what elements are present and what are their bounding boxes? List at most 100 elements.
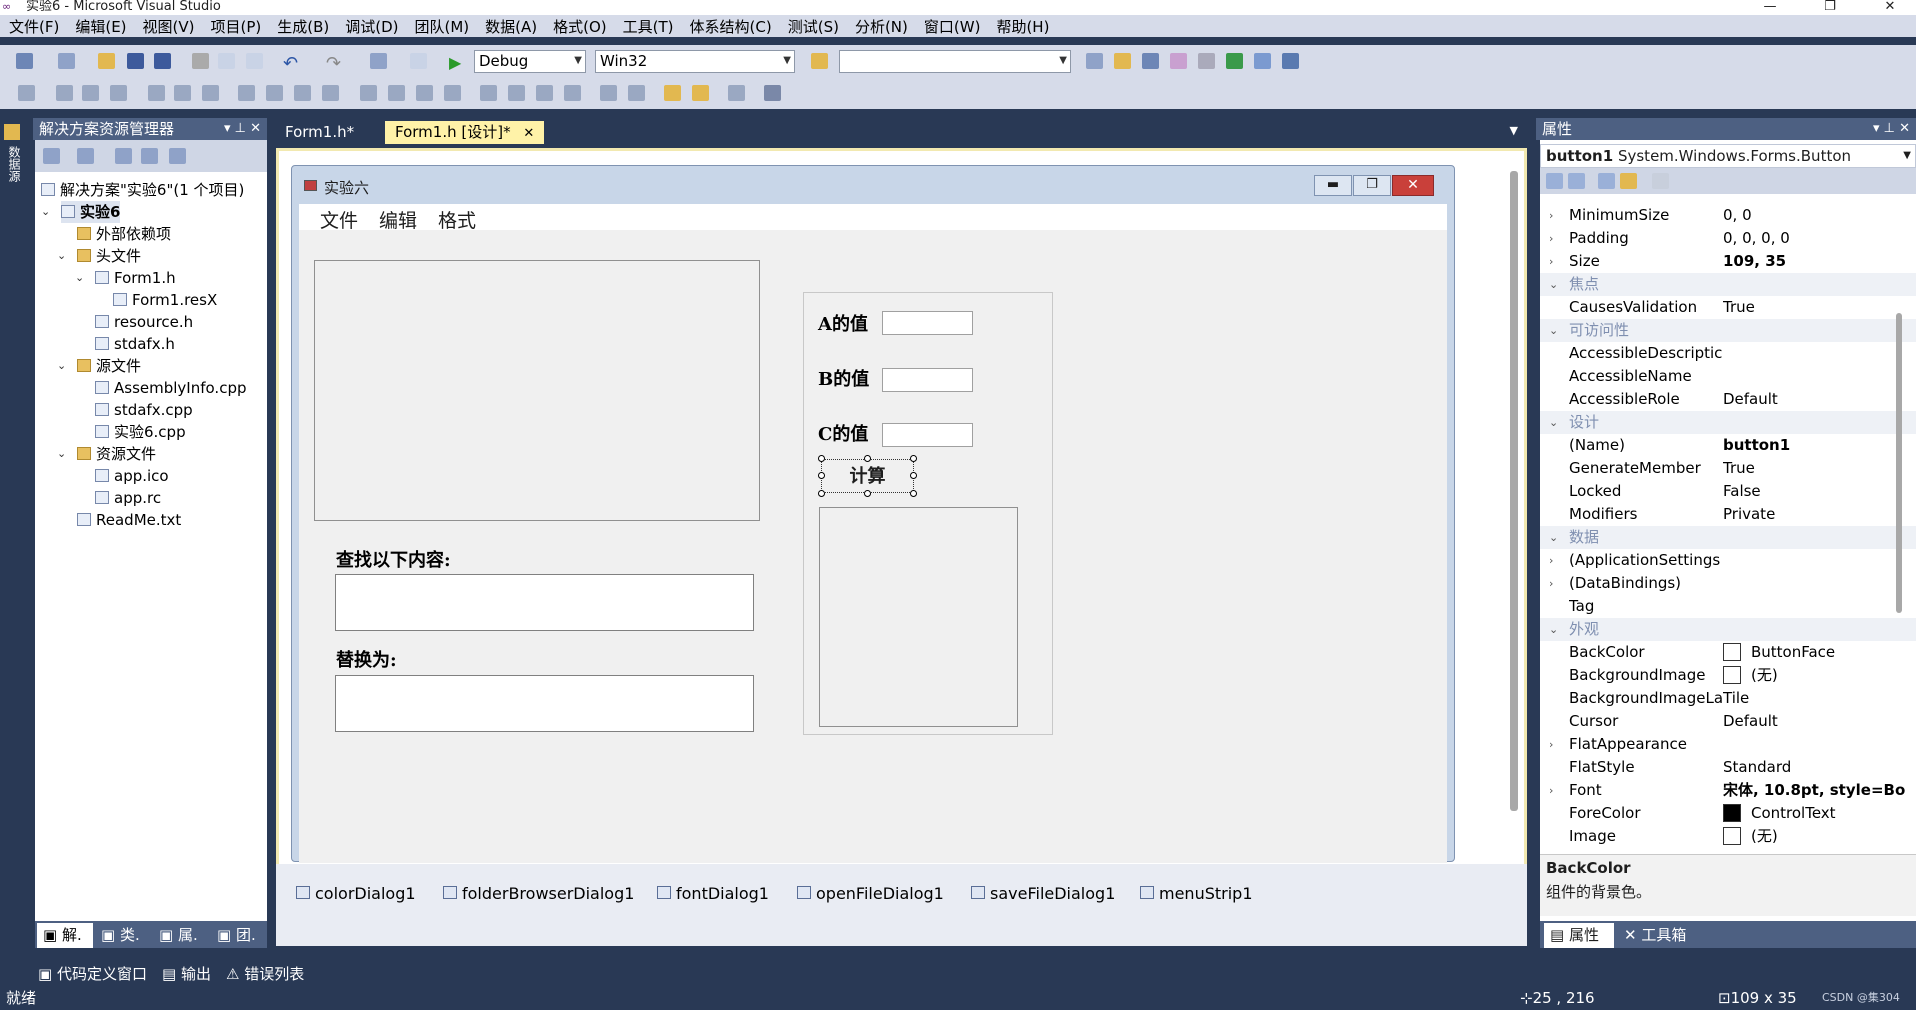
expander-icon[interactable]: ⌄ <box>57 359 66 372</box>
paste-icon[interactable] <box>246 53 263 69</box>
categorized-icon[interactable] <box>1546 173 1563 189</box>
property-value[interactable]: Default <box>1723 710 1906 733</box>
tray-component[interactable]: fontDialog1 <box>657 884 769 903</box>
expander-icon[interactable]: ⌄ <box>75 271 84 284</box>
tab-form1-h[interactable]: Form1.h* <box>275 121 364 144</box>
menu-item[interactable]: 窗口(W) <box>915 15 988 35</box>
tree-item[interactable]: stdafx.h <box>95 333 175 355</box>
expand-icon[interactable]: › <box>1549 549 1553 572</box>
increase-horizontal-spacing-icon[interactable] <box>388 85 405 101</box>
input-b[interactable] <box>882 368 973 392</box>
center-horizontally-icon[interactable] <box>600 85 617 101</box>
replace-textbox[interactable] <box>335 675 754 732</box>
tray-component[interactable]: openFileDialog1 <box>797 884 944 903</box>
menu-item[interactable]: 帮助(H) <box>987 15 1056 35</box>
property-row[interactable]: (Name) button1 <box>1540 434 1916 457</box>
object-browser-icon[interactable] <box>1142 53 1159 69</box>
expander-icon[interactable]: ⌄ <box>41 205 50 218</box>
tree-item[interactable]: AssemblyInfo.cpp <box>95 377 246 399</box>
panel-buttons[interactable]: ▾ ⊥ ✕ <box>224 118 261 140</box>
property-row[interactable]: GenerateMember True <box>1540 457 1916 480</box>
remove-vertical-spacing-icon[interactable] <box>564 85 581 101</box>
property-row[interactable]: › FlatAppearance <box>1540 733 1916 756</box>
property-scrollbar[interactable] <box>1896 313 1902 613</box>
menu-item[interactable]: 项目(P) <box>202 15 269 35</box>
save-all-icon[interactable] <box>154 53 171 69</box>
copy-icon[interactable] <box>218 53 235 69</box>
tray-component[interactable]: colorDialog1 <box>296 884 416 903</box>
resize-handle[interactable] <box>864 490 871 497</box>
toolbox-icon[interactable] <box>1170 53 1187 69</box>
alphabetical-icon[interactable] <box>1568 173 1585 189</box>
main-textbox[interactable] <box>314 260 760 521</box>
form-menu-format[interactable]: 格式 <box>438 206 476 233</box>
show-all-files-icon[interactable] <box>43 148 60 164</box>
undo-icon[interactable]: ↶ <box>283 53 300 74</box>
add-item-icon[interactable] <box>58 53 75 69</box>
tree-item[interactable]: ReadMe.txt <box>77 509 181 531</box>
minimize-button[interactable]: — <box>1750 0 1790 15</box>
form-close-button[interactable]: ✕ <box>1392 175 1434 196</box>
property-row[interactable]: › Size 109, 35 <box>1540 250 1916 273</box>
close-tab-icon[interactable]: ✕ <box>523 126 534 141</box>
extension-icon[interactable] <box>1226 53 1243 69</box>
menu-item[interactable]: 编辑(E) <box>66 15 133 35</box>
tray-component[interactable]: menuStrip1 <box>1140 884 1253 903</box>
tab-form1-design[interactable]: Form1.h [设计]* ✕ <box>385 121 545 144</box>
refresh-icon[interactable] <box>115 148 132 164</box>
left-panel-tab[interactable]: ▣ 团. <box>211 923 267 948</box>
property-value[interactable]: Private <box>1723 503 1906 526</box>
panel-buttons[interactable]: ▾ ⊥ ✕ <box>1873 118 1910 140</box>
expander-icon[interactable]: ⌄ <box>57 447 66 460</box>
tray-component[interactable]: saveFileDialog1 <box>971 884 1115 903</box>
navigate-forward-icon[interactable] <box>410 53 427 69</box>
tab-error-list[interactable]: ⚠ 错误列表 <box>226 963 304 984</box>
tree-item[interactable]: 解决方案"实验6"(1 个项目) <box>41 179 244 201</box>
menu-item[interactable]: 数据(A) <box>476 15 544 35</box>
property-row[interactable]: ForeColor ControlText <box>1540 802 1916 825</box>
expand-icon[interactable]: › <box>1549 250 1553 273</box>
property-row[interactable]: AccessibleRole Default <box>1540 388 1916 411</box>
tree-item[interactable]: 实验6.cpp <box>95 421 186 443</box>
property-value[interactable]: (无) <box>1723 664 1906 687</box>
maximize-button[interactable]: ❐ <box>1810 0 1850 15</box>
property-row[interactable]: Cursor Default <box>1540 710 1916 733</box>
designed-form[interactable]: 实验六 ▬ ❐ ✕ 文件 编辑 格式 A的值 B的值 C的值 计算 查找以下内容… <box>291 165 1455 863</box>
calculate-button[interactable]: 计算 <box>821 459 914 493</box>
expand-icon[interactable]: › <box>1549 779 1553 802</box>
form-minimize-button[interactable]: ▬ <box>1314 175 1352 196</box>
property-value[interactable]: 0, 0 <box>1723 204 1906 227</box>
collapse-icon[interactable]: ⌄ <box>1549 411 1558 434</box>
increase-vertical-spacing-icon[interactable] <box>508 85 525 101</box>
properties-window-icon[interactable] <box>1114 53 1131 69</box>
decrease-vertical-spacing-icon[interactable] <box>536 85 553 101</box>
left-panel-tab[interactable]: ▣ 解. <box>37 923 93 948</box>
remove-horizontal-spacing-icon[interactable] <box>444 85 461 101</box>
view-class-diagram-icon[interactable] <box>141 148 158 164</box>
result-listbox[interactable] <box>819 507 1018 727</box>
find-textbox[interactable] <box>335 574 754 631</box>
property-value[interactable]: ButtonFace <box>1723 641 1906 664</box>
solution-explorer-icon[interactable] <box>1086 53 1103 69</box>
property-category[interactable]: ⌄ 数据 <box>1540 526 1916 549</box>
property-value[interactable]: Standard <box>1723 756 1906 779</box>
bring-to-front-icon[interactable] <box>664 85 681 101</box>
menu-item[interactable]: 格式(O) <box>544 15 614 35</box>
close-button[interactable]: ✕ <box>1870 0 1910 15</box>
horizontal-spacing-equal-icon[interactable] <box>360 85 377 101</box>
align-lefts-icon[interactable] <box>56 85 73 101</box>
send-to-back-icon[interactable] <box>692 85 709 101</box>
menu-item[interactable]: 文件(F) <box>0 15 66 35</box>
left-panel-tab[interactable]: ▣ 属. <box>153 923 209 948</box>
find-in-files-icon[interactable] <box>811 53 828 69</box>
resize-handle[interactable] <box>864 455 871 462</box>
properties-view-icon[interactable] <box>1598 173 1615 189</box>
form-menu-edit[interactable]: 编辑 <box>379 206 417 233</box>
tree-item[interactable]: app.ico <box>95 465 169 487</box>
property-value[interactable]: 109, 35 <box>1723 250 1906 273</box>
search-icon[interactable] <box>169 148 186 164</box>
property-row[interactable]: BackColor ButtonFace <box>1540 641 1916 664</box>
tools-icon[interactable] <box>1198 53 1215 69</box>
form-menu-file[interactable]: 文件 <box>320 206 358 233</box>
decrease-horizontal-spacing-icon[interactable] <box>416 85 433 101</box>
